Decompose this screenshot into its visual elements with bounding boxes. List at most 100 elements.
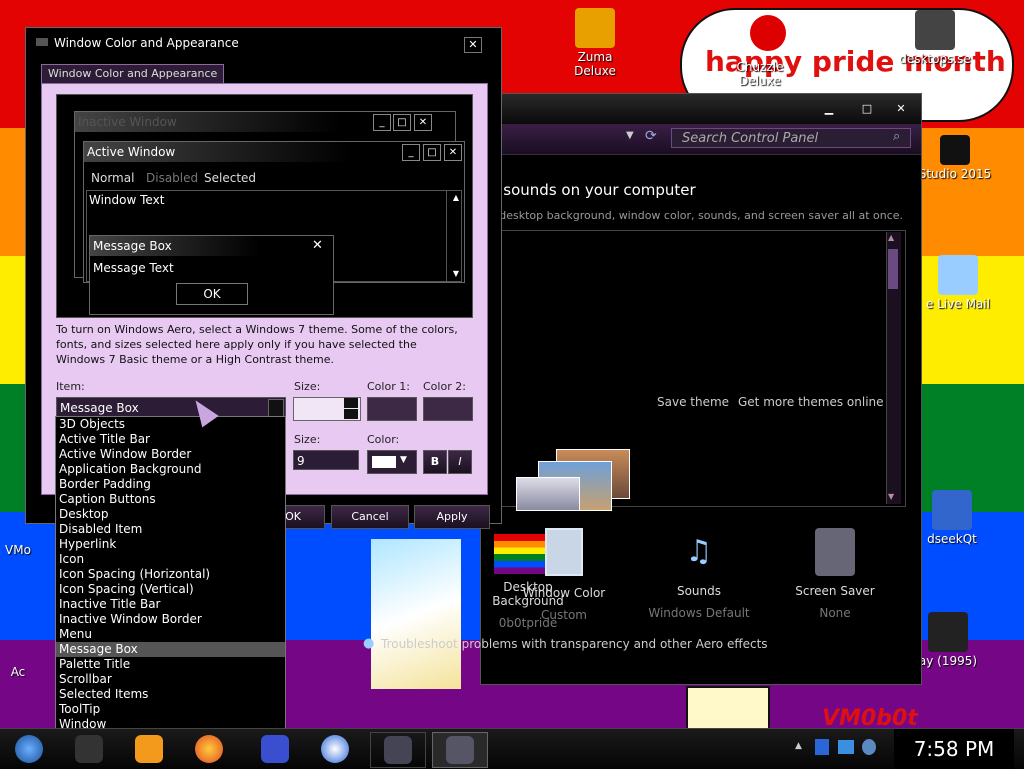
display-icon [446,736,474,764]
help-shield-icon: ● [363,636,375,651]
list-item[interactable]: Hyperlink [56,537,285,552]
tray-network-icon[interactable] [815,739,829,755]
start-button[interactable] [2,732,56,766]
desktop-icon-desktops[interactable]: desktops.se [895,10,975,66]
desktop-background-thumb-icon [371,539,461,689]
list-icon [940,135,970,165]
cp-minimize-button[interactable]: ▁ [821,102,837,116]
item-label: Item: [56,380,85,393]
scroll-thumb[interactable] [888,249,898,289]
cp-search-input[interactable]: Search Control Panel [671,128,911,148]
list-item[interactable]: Border Padding [56,477,285,492]
cp-close-button[interactable]: ✕ [893,102,909,116]
spin-down-icon[interactable] [344,409,358,419]
list-item[interactable]: Icon [56,552,285,567]
item-dropdown-list[interactable]: 3D Objects Active Title Bar Active Windo… [55,416,286,736]
preview-message-box: Message Box ✕ Message Text OK [89,235,334,315]
tray-volume-icon[interactable] [862,739,876,755]
desktop-icon-chuzzle[interactable]: Chuzzle Deluxe [720,60,800,88]
scroll-down-icon[interactable]: ▼ [888,492,894,501]
taskbar-sync-app[interactable] [308,732,362,766]
scroll-up-icon[interactable]: ▲ [888,233,894,242]
taskbar-control-panel[interactable] [370,732,426,768]
cp-item-window-color[interactable]: Window Color Custom [504,528,624,622]
active-close-icon: ✕ [444,144,462,161]
tray-expand-icon[interactable]: ▲ [795,741,802,751]
italic-button[interactable]: I [448,450,472,474]
cp-titlebar[interactable] [481,94,921,124]
desktop-icon-zuma[interactable]: Zuma Deluxe [555,8,635,78]
list-item[interactable]: Inactive Title Bar [56,597,285,612]
tray-monitor-icon[interactable] [838,740,854,754]
folder-icon [75,735,103,763]
menu-disabled: Disabled [146,171,199,185]
troubleshoot-link[interactable]: Troubleshoot problems with transparency … [381,637,768,651]
scroll-down-icon: ▼ [452,269,459,278]
cp-maximize-button[interactable]: □ [859,102,875,116]
cancel-button[interactable]: Cancel [331,505,409,529]
list-item[interactable]: Scrollbar [56,672,285,687]
cp-item-sounds[interactable]: ♫ Sounds Windows Default [639,528,759,620]
font-size-dropdown[interactable]: 9 [293,450,359,470]
music-notes-icon: ♫ [685,534,713,569]
dropdown-arrow-icon[interactable]: ▼ [626,130,634,141]
cp-subheading: e desktop background, window color, soun… [489,209,904,222]
save-theme-link[interactable]: Save theme [657,395,729,409]
spin-up-icon[interactable] [344,398,358,408]
desktop-icon-dseek[interactable]: dseekQt [912,490,992,546]
taskbar-clock[interactable]: 7:58 PM [894,729,1014,769]
size-label: Size: [294,380,321,393]
red-critter-icon [750,15,786,51]
tab-window-color[interactable]: Window Color and Appearance [41,64,225,84]
list-item[interactable]: Selected Items [56,687,285,702]
font-color-label: Color: [367,433,400,446]
color1-button[interactable] [367,397,417,421]
bold-button[interactable]: B [423,450,447,474]
list-item[interactable]: Application Background [56,462,285,477]
list-item[interactable]: Icon Spacing (Horizontal) [56,567,285,582]
list-item[interactable]: 3D Objects [56,417,285,432]
inactive-maximize-icon: □ [393,114,411,131]
list-item[interactable]: Active Window Border [56,447,285,462]
control-panel-icon [384,736,412,764]
inactive-close-icon: ✕ [414,114,432,131]
menu-selected: Selected [204,171,257,185]
personalization-window[interactable]: ▁ □ ✕ ▼ ⟳ Search Control Panel ⌕ d sound… [363,93,922,689]
desktop-icon-mail[interactable]: e Live Mail [918,255,998,311]
list-item[interactable]: Caption Buttons [56,492,285,507]
list-item[interactable]: Inactive Window Border [56,612,285,627]
font-color-button[interactable]: ▼ [367,450,417,474]
active-minimize-icon: _ [402,144,420,161]
list-item[interactable]: ToolTip [56,702,285,717]
taskbar-media-player[interactable] [122,732,176,766]
color1-label: Color 1: [367,380,410,393]
taskbar-explorer[interactable] [62,732,116,766]
color2-button[interactable] [423,397,473,421]
taskbar-firefox[interactable] [182,732,236,766]
theme-thumbnail-stack[interactable] [516,449,630,511]
get-more-themes-link[interactable]: Get more themes online [738,395,884,409]
apply-button[interactable]: Apply [414,505,490,529]
list-item[interactable]: Menu [56,627,285,642]
desktop-icon-studio[interactable]: Studio 2015 [915,135,995,181]
list-item[interactable]: Desktop [56,507,285,522]
cp-item-screen-saver[interactable]: Screen Saver None [775,528,895,620]
size-spinner[interactable] [293,397,361,421]
search-icon[interactable]: ⌕ [893,129,900,144]
screen-saver-icon [815,528,855,576]
list-item[interactable]: Palette Title [56,657,285,672]
taskbar-window-color[interactable] [432,732,488,768]
dialog-close-button[interactable]: ✕ [464,37,482,53]
item-dropdown[interactable]: Message Box [56,397,286,417]
list-item[interactable]: Icon Spacing (Vertical) [56,582,285,597]
item-dropdown-arrow[interactable] [268,399,284,417]
taskbar-bird-app[interactable] [248,732,302,766]
chevron-down-icon: ▼ [400,455,407,465]
list-item[interactable]: Disabled Item [56,522,285,537]
desktop-icon-vm[interactable]: VMo [0,543,58,557]
font-size-label: Size: [294,433,321,446]
desktop-icon-ac[interactable]: Ac [0,665,58,679]
list-item-selected[interactable]: Message Box [56,642,285,657]
refresh-icon[interactable]: ⟳ [645,128,657,144]
list-item[interactable]: Active Title Bar [56,432,285,447]
